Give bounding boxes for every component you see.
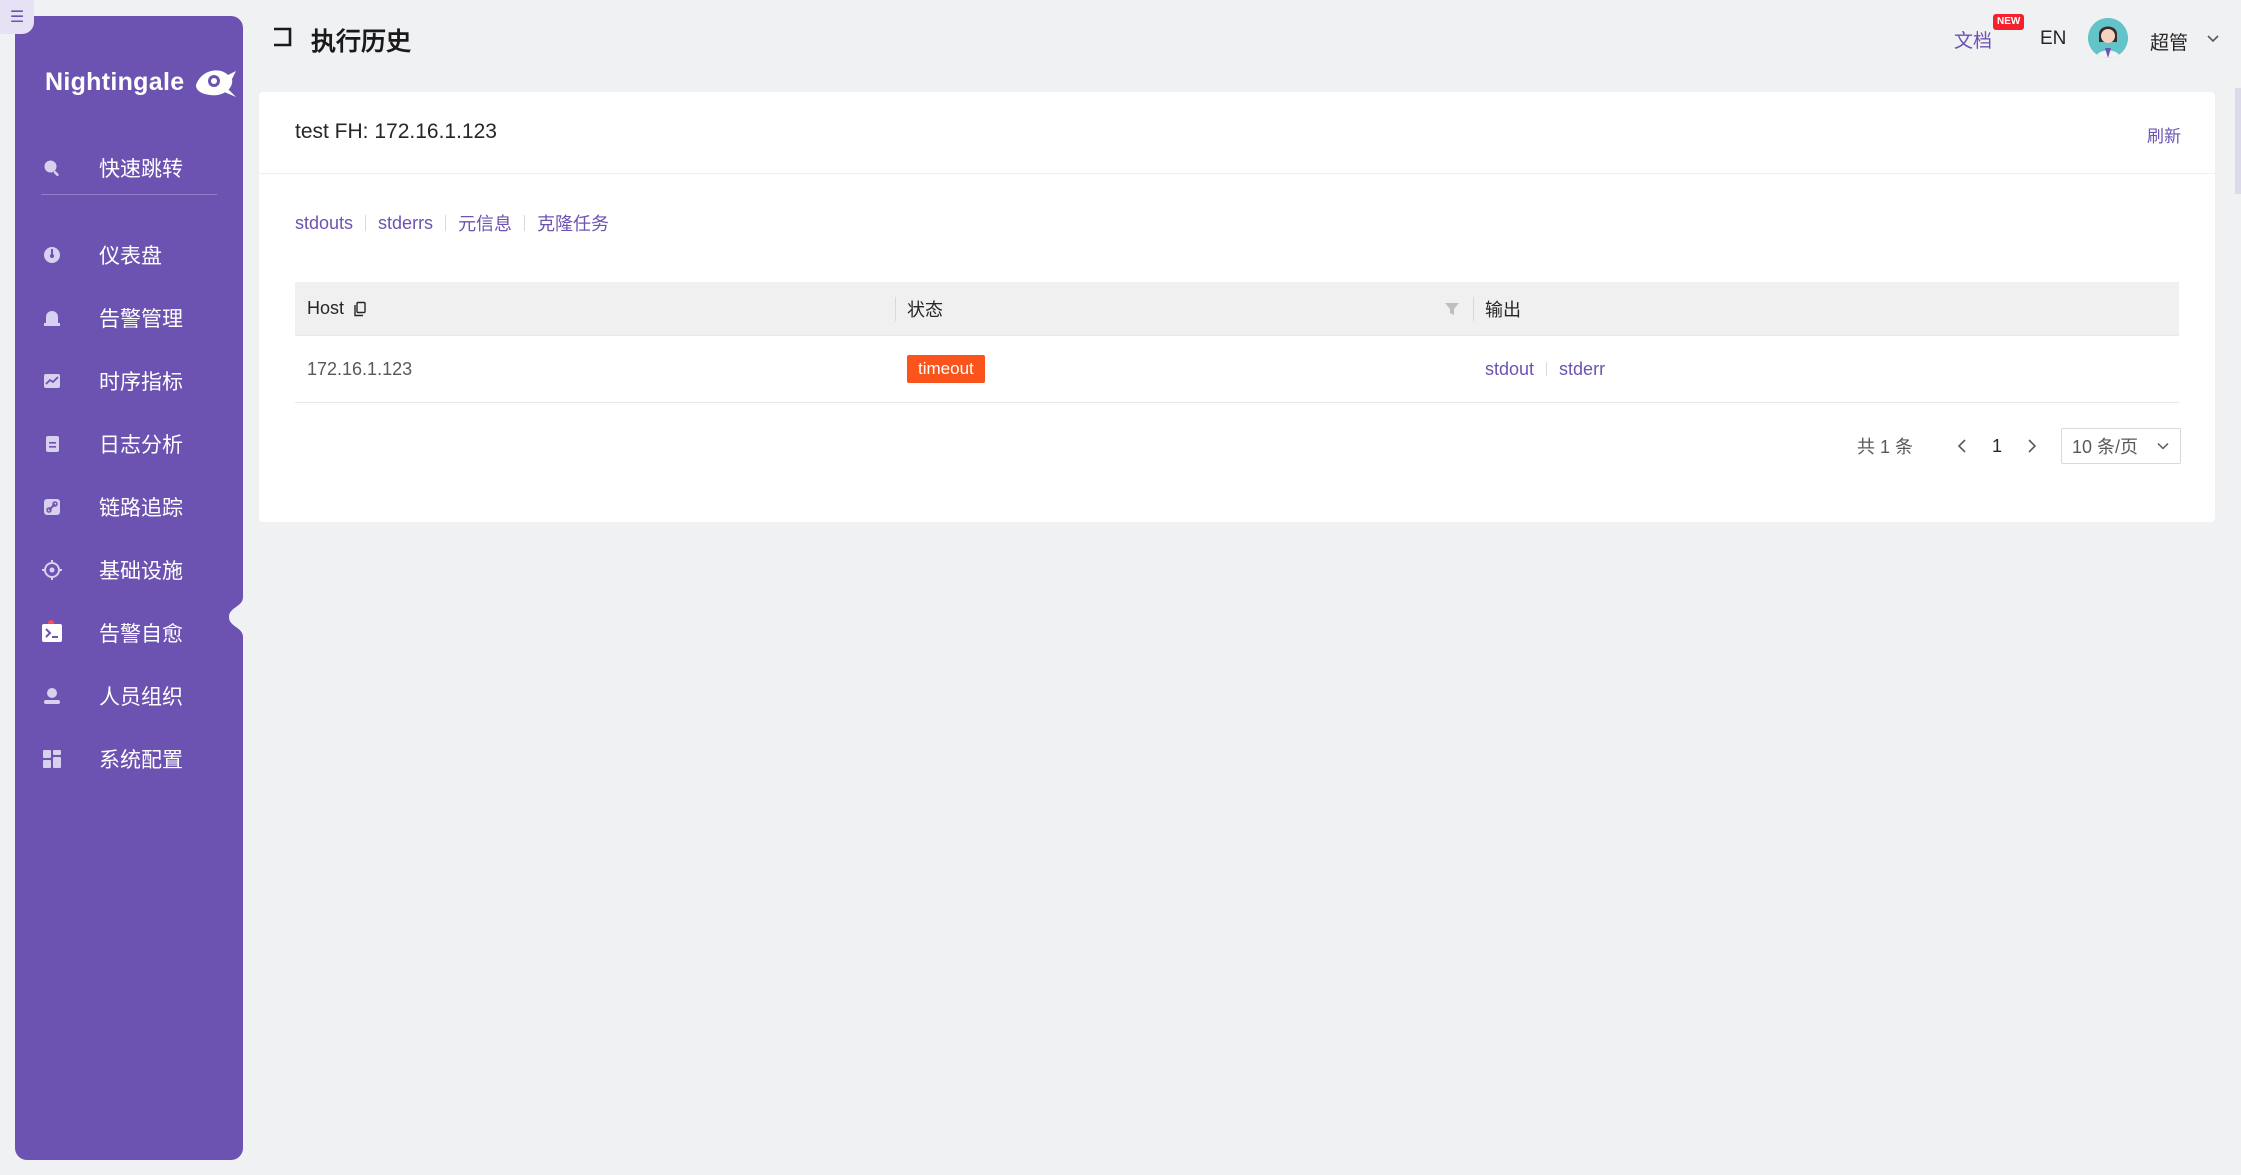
app-root: Nightingale 快速跳转 仪表盘 告警管理 时序指标 日志分析 链路追踪… [0, 0, 2241, 1175]
sidebar-item-label: 告警管理 [99, 308, 183, 331]
sidebar-item-tracing[interactable]: 链路追踪 [15, 483, 243, 531]
stderr-link[interactable]: stderr [1559, 359, 1605, 380]
sidebar-item-label: 告警自愈 [99, 623, 183, 646]
link-divider [1546, 362, 1548, 376]
sidebar-collapse-button[interactable]: ☰ [0, 0, 34, 34]
page-number[interactable]: 1 [1981, 436, 2013, 457]
sidebar-item-label: 快速跳转 [99, 158, 183, 181]
host-result-table: Host 状态 输出 172.16.1.123 timeout stdout s… [295, 282, 2179, 403]
chevron-left-icon[interactable] [1952, 436, 1972, 456]
table-header: Host 状态 输出 [295, 282, 2179, 336]
menu-icon: ☰ [9, 9, 25, 26]
scroll-edge [2235, 88, 2241, 194]
tab-clone-task[interactable]: 克隆任务 [537, 210, 609, 236]
sidebar-item-system-config[interactable]: 系统配置 [15, 735, 243, 783]
sidebar-item-metrics[interactable]: 时序指标 [15, 357, 243, 405]
tab-stdouts[interactable]: stdouts [295, 213, 353, 234]
page-size-value: 10 条/页 [2072, 437, 2139, 457]
sidebar-item-people-org[interactable]: 人员组织 [15, 672, 243, 720]
column-header-output: 输出 [1473, 282, 2179, 336]
copy-icon[interactable] [352, 301, 368, 317]
output-tabs: stdouts stderrs 元信息 克隆任务 [295, 210, 609, 236]
link-icon [39, 494, 65, 520]
sidebar-item-infrastructure[interactable]: 基础设施 [15, 546, 243, 594]
output-cell: stdout stderr [1473, 359, 2179, 380]
sidebar-item-log-analysis[interactable]: 日志分析 [15, 420, 243, 468]
crosshair-icon [39, 557, 65, 583]
page-title: 执行历史 [311, 28, 412, 56]
back-icon[interactable] [271, 26, 293, 48]
stdout-link[interactable]: stdout [1485, 359, 1534, 380]
pagination-total: 共 1 条 [1856, 437, 1913, 457]
chevron-down-icon[interactable] [2205, 31, 2221, 47]
tab-divider [445, 215, 447, 231]
tab-divider [365, 215, 367, 231]
table-row: 172.16.1.123 timeout stdout stderr [295, 336, 2179, 403]
refresh-button[interactable]: 刷新 [2147, 122, 2181, 147]
dashboard-icon [39, 242, 65, 268]
new-badge: NEW [1993, 14, 2025, 30]
host-cell: 172.16.1.123 [307, 358, 413, 379]
docs-link[interactable]: 文档 [1954, 26, 1992, 53]
tab-divider [524, 215, 526, 231]
log-file-icon [39, 431, 65, 457]
sidebar-item-label: 系统配置 [99, 749, 183, 772]
card-title: test FH: 172.16.1.123 [295, 120, 497, 143]
line-chart-icon [39, 368, 65, 394]
sidebar-item-label: 日志分析 [99, 434, 183, 457]
user-icon [39, 683, 65, 709]
sidebar-item-alarm-management[interactable]: 告警管理 [15, 294, 243, 342]
chevron-down-icon [2157, 442, 2169, 450]
nightingale-bird-icon [196, 70, 237, 97]
chevron-right-icon[interactable] [2022, 436, 2042, 456]
pagination: 共 1 条 1 10 条/页 [1857, 428, 2181, 464]
page-size-select[interactable]: 10 条/页 [2061, 428, 2181, 464]
avatar[interactable] [2088, 18, 2128, 58]
card-header: test FH: 172.16.1.123 刷新 [259, 92, 2215, 174]
sidebar-item-label: 时序指标 [99, 371, 183, 394]
column-header-host: Host [295, 282, 895, 336]
column-label: 状态 [907, 299, 943, 320]
sidebar: Nightingale 快速跳转 仪表盘 告警管理 时序指标 日志分析 链路追踪… [15, 16, 243, 1160]
avatar-person-icon [2088, 18, 2128, 58]
top-header: 执行历史 文档 NEW EN 超管 [243, 0, 2241, 80]
task-detail-card: test FH: 172.16.1.123 刷新 stdouts stderrs… [259, 92, 2215, 522]
sidebar-item-label: 仪表盘 [99, 245, 162, 268]
sidebar-item-self-healing[interactable]: 告警自愈 [15, 609, 243, 657]
sidebar-divider [41, 194, 217, 195]
language-switch[interactable]: EN [2040, 28, 2066, 50]
brand-name: Nightingale [45, 67, 185, 96]
tab-meta-info[interactable]: 元信息 [458, 210, 512, 236]
status-cell: timeout [895, 355, 1473, 383]
sidebar-item-label: 基础设施 [99, 560, 183, 583]
terminal-icon [39, 620, 65, 646]
column-label: 输出 [1485, 299, 1521, 320]
sidebar-item-dashboard[interactable]: 仪表盘 [15, 231, 243, 279]
alarm-bell-icon [39, 305, 65, 331]
logo[interactable]: Nightingale [45, 62, 238, 102]
search-icon [39, 155, 65, 181]
filter-icon[interactable] [1443, 300, 1461, 318]
column-header-status: 状态 [895, 282, 1473, 336]
sidebar-item-label: 人员组织 [99, 686, 183, 709]
sidebar-item-quick-jump[interactable]: 快速跳转 [15, 144, 243, 192]
user-name[interactable]: 超管 [2150, 28, 2188, 55]
sidebar-item-label: 链路追踪 [99, 497, 183, 520]
status-badge: timeout [907, 355, 985, 383]
active-item-indicator [229, 597, 243, 637]
column-label: Host [307, 298, 345, 318]
tab-stderrs[interactable]: stderrs [378, 213, 433, 234]
grid-icon [39, 746, 65, 772]
